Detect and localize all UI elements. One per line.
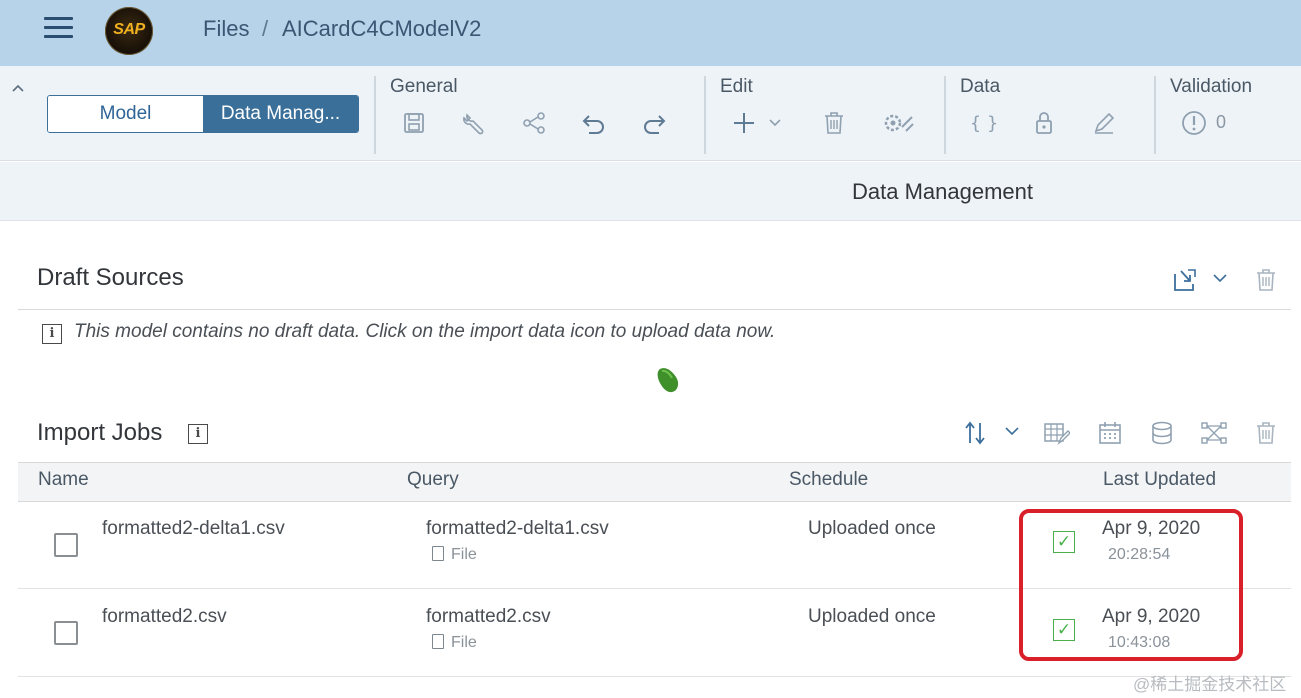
chevron-down-icon[interactable] [1002,419,1022,447]
page-header: Data Management [0,162,1301,221]
job-query: formatted2.csv [426,606,551,627]
add-icon[interactable] [730,109,758,137]
alert-icon[interactable] [1180,109,1208,137]
info-icon[interactable]: i [188,424,208,444]
file-icon [432,546,444,561]
delete-icon[interactable] [820,109,848,137]
job-query: formatted2-delta1.csv [426,518,609,539]
sort-icon[interactable] [961,419,989,447]
job-query-type: File [451,546,477,563]
group-title-data: Data [960,76,1001,97]
row-checkbox[interactable] [54,533,78,557]
job-name[interactable]: formatted2.csv [102,606,227,628]
tab-model[interactable]: Model [48,96,203,132]
chevron-down-icon[interactable] [765,109,785,137]
column-header-last-updated[interactable]: Last Updated [1103,469,1216,491]
job-name[interactable]: formatted2-delta1.csv [102,518,285,540]
network-icon[interactable] [1200,419,1228,447]
tab-data-management[interactable]: Data Manag... [203,96,358,132]
import-jobs-title: Import Jobs [37,419,163,446]
svg-text:{ }: { } [970,113,998,134]
manage-icon[interactable] [880,109,916,137]
breadcrumb-files-link[interactable]: Files [203,16,249,42]
file-icon [432,634,444,649]
shell-bar: SAP Files / AICardC4CModelV2 [0,0,1301,66]
job-schedule: Uploaded once [808,606,936,627]
job-query-type: File [451,634,477,651]
logo-text: SAP [113,21,145,38]
toolbar-divider [944,76,946,154]
column-header-name[interactable]: Name [38,469,89,491]
collapse-toolbar-icon[interactable] [10,81,26,97]
cursor-icon [656,365,682,395]
group-title-edit: Edit [720,76,753,97]
database-icon[interactable] [1148,419,1176,447]
delete-icon[interactable] [1252,266,1280,294]
breadcrumb-separator: / [262,16,269,41]
wrench-icon[interactable] [460,109,488,137]
validation-count: 0 [1216,112,1227,132]
undo-icon[interactable] [580,109,608,137]
share-icon[interactable] [520,109,548,137]
row-checkbox[interactable] [54,621,78,645]
lock-icon[interactable] [1030,109,1058,137]
watermark: @稀土掘金技术社区 [1133,675,1287,694]
formula-icon[interactable]: { } [970,109,999,137]
redo-icon[interactable] [640,109,668,137]
table-header: Name Query Schedule Last Updated [18,462,1291,502]
toolbar: Model Data Manag... General Edit Data { … [0,66,1301,161]
import-data-icon[interactable] [1171,266,1199,294]
column-header-schedule[interactable]: Schedule [789,469,868,491]
sap-logo[interactable]: SAP [105,7,153,55]
breadcrumb-current: AICardC4CModelV2 [282,16,482,41]
toolbar-divider [1154,76,1156,154]
annotation-highlight-box [1019,509,1243,661]
chevron-down-icon[interactable] [1210,266,1230,294]
row-divider [18,676,1291,677]
page-title: Data Management [852,179,1033,204]
info-icon: i [42,324,62,344]
pen-icon[interactable] [1090,109,1118,137]
divider [18,309,1291,310]
delete-icon[interactable] [1252,419,1280,447]
group-title-general: General [390,76,458,97]
job-schedule: Uploaded once [808,518,936,539]
toolbar-divider [374,76,376,154]
column-header-query[interactable]: Query [407,469,459,491]
draft-sources-title: Draft Sources [37,264,184,291]
view-switch: Model Data Manag... [47,95,359,133]
save-icon[interactable] [400,109,428,137]
toolbar-divider [704,76,706,154]
edit-table-icon[interactable] [1042,419,1071,447]
calendar-icon[interactable] [1096,419,1124,447]
group-title-validation: Validation [1170,76,1253,97]
draft-empty-message: This model contains no draft data. Click… [74,321,776,342]
menu-icon[interactable] [44,17,73,39]
